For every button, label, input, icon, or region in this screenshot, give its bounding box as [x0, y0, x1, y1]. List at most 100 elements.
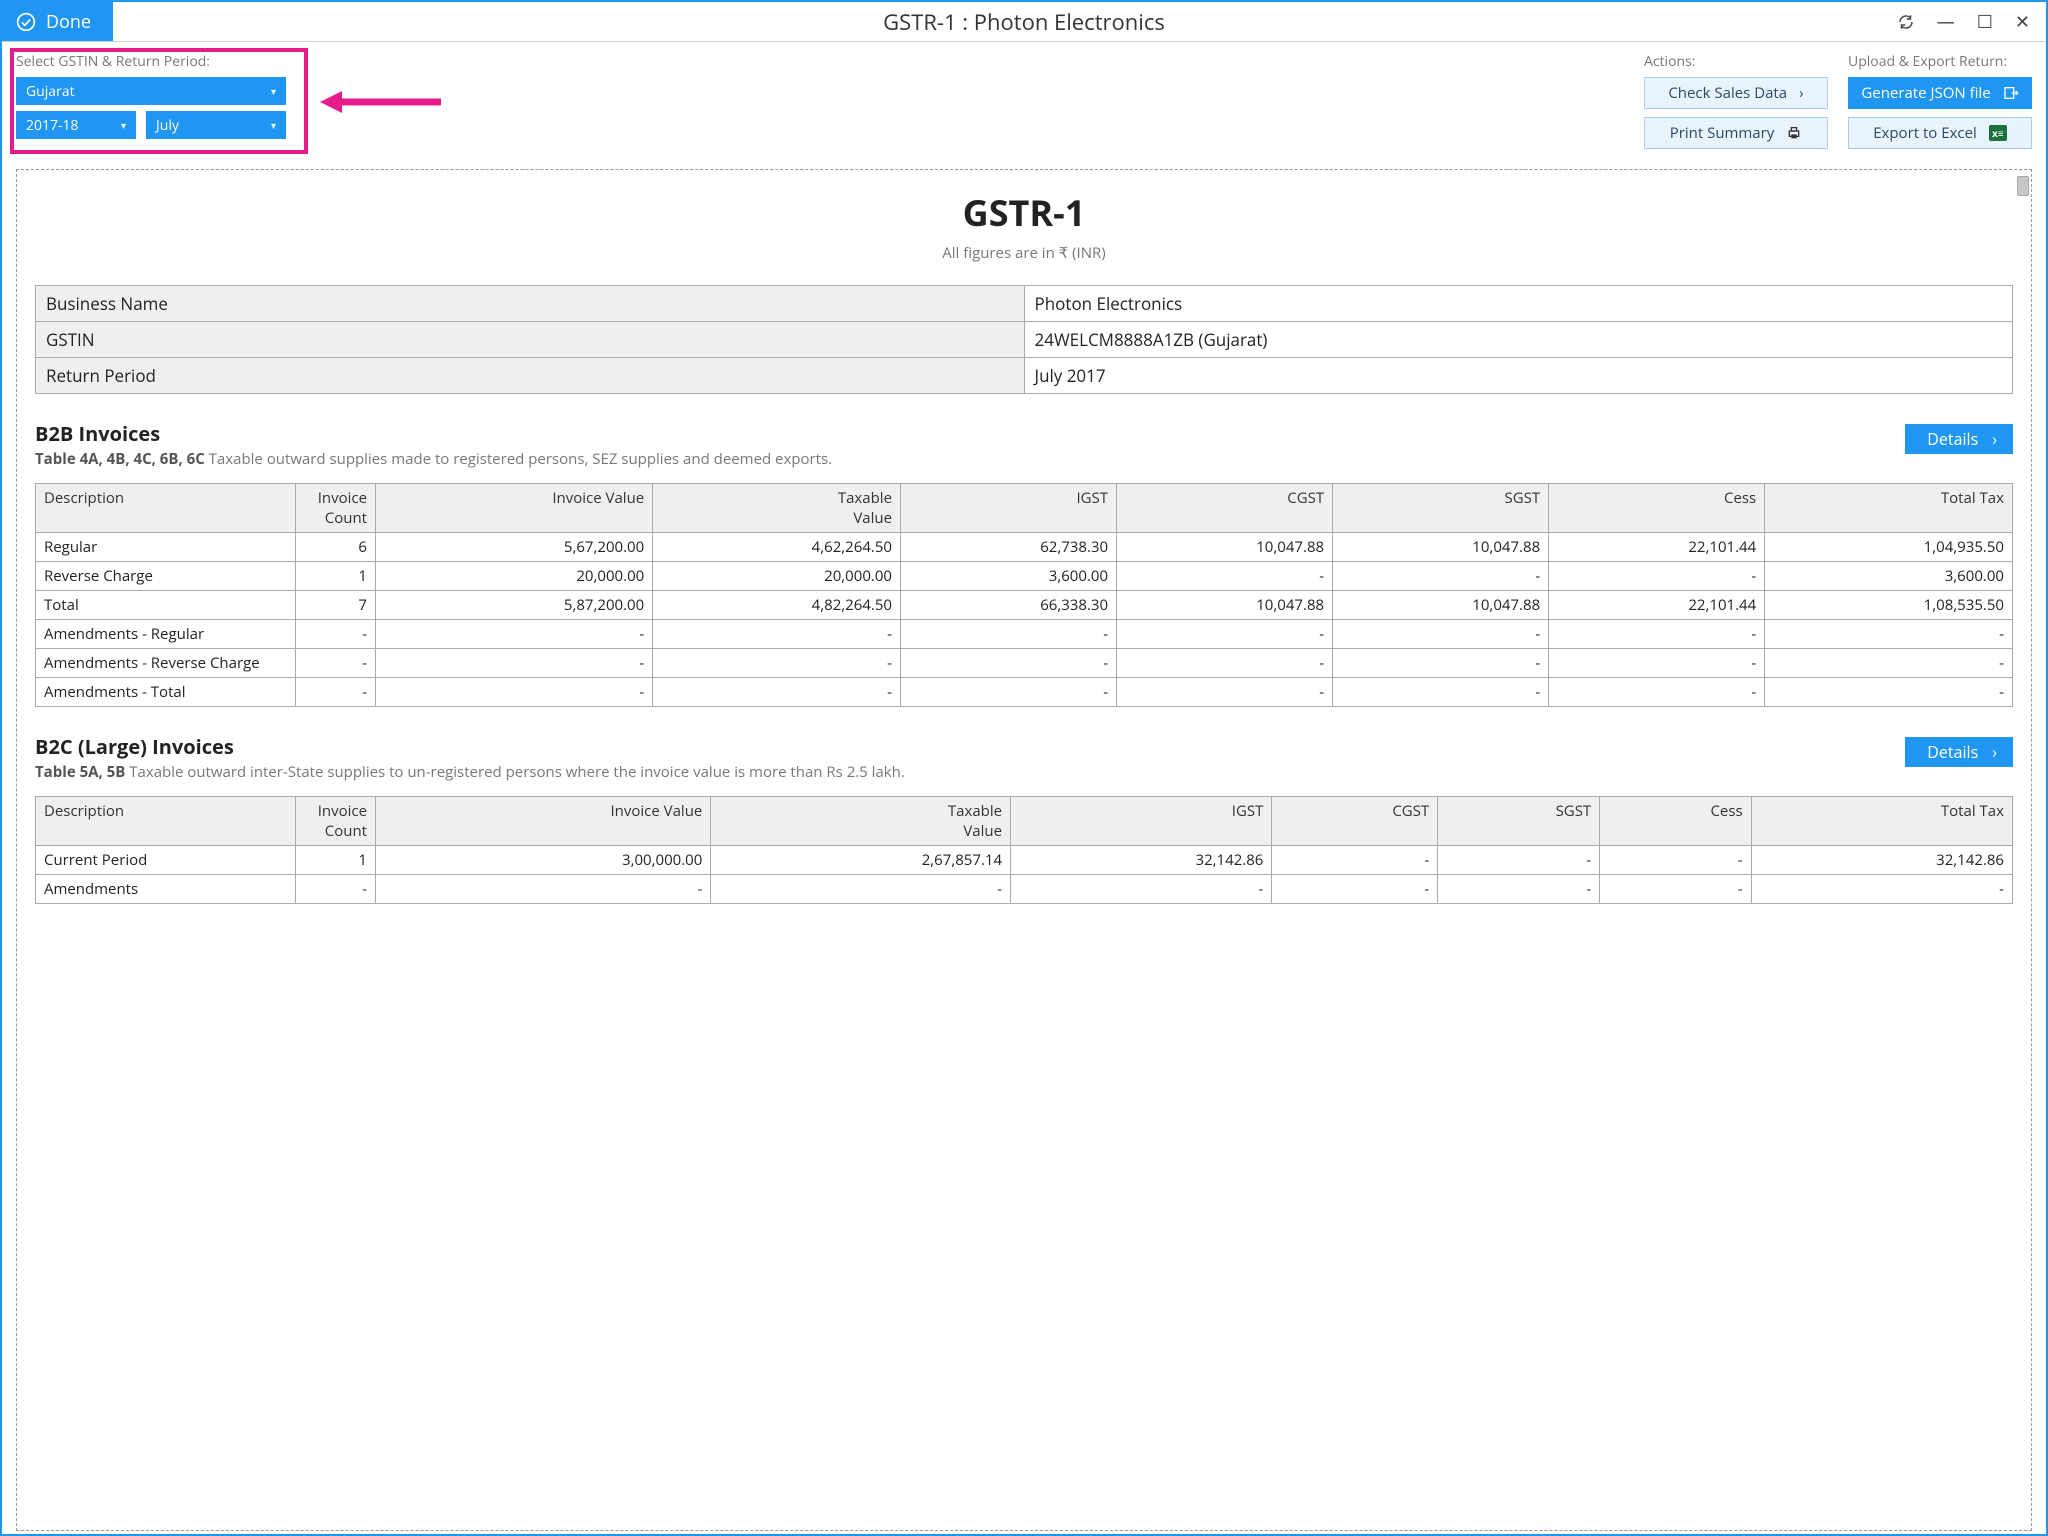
table-cell: 6: [296, 533, 376, 562]
print-summary-button[interactable]: Print Summary: [1644, 117, 1828, 149]
generate-json-label: Generate JSON file: [1861, 83, 1990, 103]
chevron-right-icon: ›: [1992, 741, 1997, 763]
table-row: Amendments - Regular--------: [36, 620, 2013, 649]
table-cell: -: [1011, 875, 1272, 904]
table-cell: 5,87,200.00: [376, 591, 653, 620]
info-label: GSTIN: [36, 322, 1025, 358]
table-cell: -: [1765, 620, 2013, 649]
table-cell: Amendments - Reverse Charge: [36, 649, 296, 678]
column-header: Cess: [1549, 484, 1765, 533]
column-header: InvoiceCount: [296, 484, 376, 533]
titlebar: Done GSTR-1 : Photon Electronics — ☐ ✕: [2, 2, 2046, 42]
table-cell: -: [1549, 649, 1765, 678]
table-row: Amendments - Total--------: [36, 678, 2013, 707]
table-cell: Reverse Charge: [36, 562, 296, 591]
chevron-right-icon: ›: [1992, 428, 1997, 450]
table-row: Amendments--------: [36, 875, 2013, 904]
table-cell: 10,047.88: [1117, 533, 1333, 562]
printer-icon: [1786, 125, 1802, 141]
done-button[interactable]: Done: [2, 2, 113, 41]
table-cell: -: [653, 678, 901, 707]
column-header: Total Tax: [1751, 797, 2012, 846]
table-cell: Regular: [36, 533, 296, 562]
table-cell: 3,600.00: [901, 562, 1117, 591]
table-cell: -: [296, 649, 376, 678]
chevron-down-icon: ▾: [121, 118, 126, 132]
table-cell: Total: [36, 591, 296, 620]
table-cell: -: [1549, 620, 1765, 649]
table-cell: 3,00,000.00: [376, 846, 711, 875]
info-value: Photon Electronics: [1024, 286, 2013, 322]
table-cell: -: [376, 875, 711, 904]
table-cell: -: [1549, 678, 1765, 707]
table-cell: 32,142.86: [1011, 846, 1272, 875]
table-cell: 32,142.86: [1751, 846, 2012, 875]
info-label: Return Period: [36, 358, 1025, 394]
table-cell: -: [1549, 562, 1765, 591]
table-cell: 10,047.88: [1333, 533, 1549, 562]
export-icon: [2003, 85, 2019, 101]
table-cell: 20,000.00: [376, 562, 653, 591]
table-row: Amendments - Reverse Charge--------: [36, 649, 2013, 678]
table-cell: 62,738.30: [901, 533, 1117, 562]
table-cell: 7: [296, 591, 376, 620]
details-button-label: Details: [1927, 741, 1978, 763]
table-cell: -: [1751, 875, 2012, 904]
table-cell: -: [1765, 649, 2013, 678]
table-cell: -: [376, 620, 653, 649]
window-controls: — ☐ ✕: [1897, 13, 2046, 31]
table-cell: -: [901, 678, 1117, 707]
column-header: IGST: [1011, 797, 1272, 846]
table-cell: 1,04,935.50: [1765, 533, 2013, 562]
table-row: Reverse Charge120,000.0020,000.003,600.0…: [36, 562, 2013, 591]
check-sales-button[interactable]: Check Sales Data ›: [1644, 77, 1828, 109]
excel-icon: x≡: [1989, 125, 2007, 141]
info-label: Business Name: [36, 286, 1025, 322]
column-header: Total Tax: [1765, 484, 2013, 533]
table-cell: 22,101.44: [1549, 591, 1765, 620]
actions-column: Actions: Check Sales Data › Print Summar…: [1644, 52, 1828, 157]
table-row: Total75,87,200.004,82,264.5066,338.3010,…: [36, 591, 2013, 620]
table-row: Return Period July 2017: [36, 358, 2013, 394]
state-dropdown[interactable]: Gujarat ▾: [16, 77, 286, 105]
table-cell: -: [1333, 562, 1549, 591]
refresh-icon[interactable]: [1897, 13, 1915, 31]
month-dropdown[interactable]: July ▾: [146, 111, 286, 139]
maximize-icon[interactable]: ☐: [1977, 13, 1993, 31]
column-header: Description: [36, 484, 296, 533]
generate-json-button[interactable]: Generate JSON file: [1848, 77, 2032, 109]
table-cell: -: [1117, 649, 1333, 678]
b2b-details-button[interactable]: Details ›: [1905, 424, 2013, 454]
b2cl-details-button[interactable]: Details ›: [1905, 737, 2013, 767]
table-cell: -: [1272, 846, 1438, 875]
chevron-down-icon: ▾: [271, 118, 276, 132]
table-cell: 66,338.30: [901, 591, 1117, 620]
table-cell: -: [1333, 620, 1549, 649]
filter-block: Select GSTIN & Return Period: Gujarat ▾ …: [16, 52, 286, 157]
check-circle-icon: [16, 12, 36, 32]
table-cell: -: [653, 649, 901, 678]
month-dropdown-value: July: [156, 116, 179, 135]
scrollbar-thumb[interactable]: [2017, 176, 2029, 196]
export-excel-button[interactable]: Export to Excel x≡: [1848, 117, 2032, 149]
table-cell: -: [1600, 875, 1751, 904]
state-dropdown-value: Gujarat: [26, 82, 75, 101]
close-icon[interactable]: ✕: [2015, 13, 2030, 31]
b2b-title: B2B Invoices: [35, 420, 1905, 447]
year-dropdown[interactable]: 2017-18 ▾: [16, 111, 136, 139]
column-header: InvoiceCount: [296, 797, 376, 846]
minimize-icon[interactable]: —: [1937, 13, 1955, 31]
report-area: GSTR-1 All figures are in ₹ (INR) Busine…: [16, 169, 2032, 1531]
table-row: Current Period13,00,000.002,67,857.1432,…: [36, 846, 2013, 875]
table-cell: -: [901, 620, 1117, 649]
details-button-label: Details: [1927, 428, 1978, 450]
table-cell: 10,047.88: [1117, 591, 1333, 620]
table-cell: -: [1765, 678, 2013, 707]
table-cell: 20,000.00: [653, 562, 901, 591]
table-cell: 22,101.44: [1549, 533, 1765, 562]
table-cell: Current Period: [36, 846, 296, 875]
column-header: CGST: [1272, 797, 1438, 846]
table-row: GSTIN 24WELCM8888A1ZB (Gujarat): [36, 322, 2013, 358]
table-cell: -: [1272, 875, 1438, 904]
table-cell: -: [1600, 846, 1751, 875]
